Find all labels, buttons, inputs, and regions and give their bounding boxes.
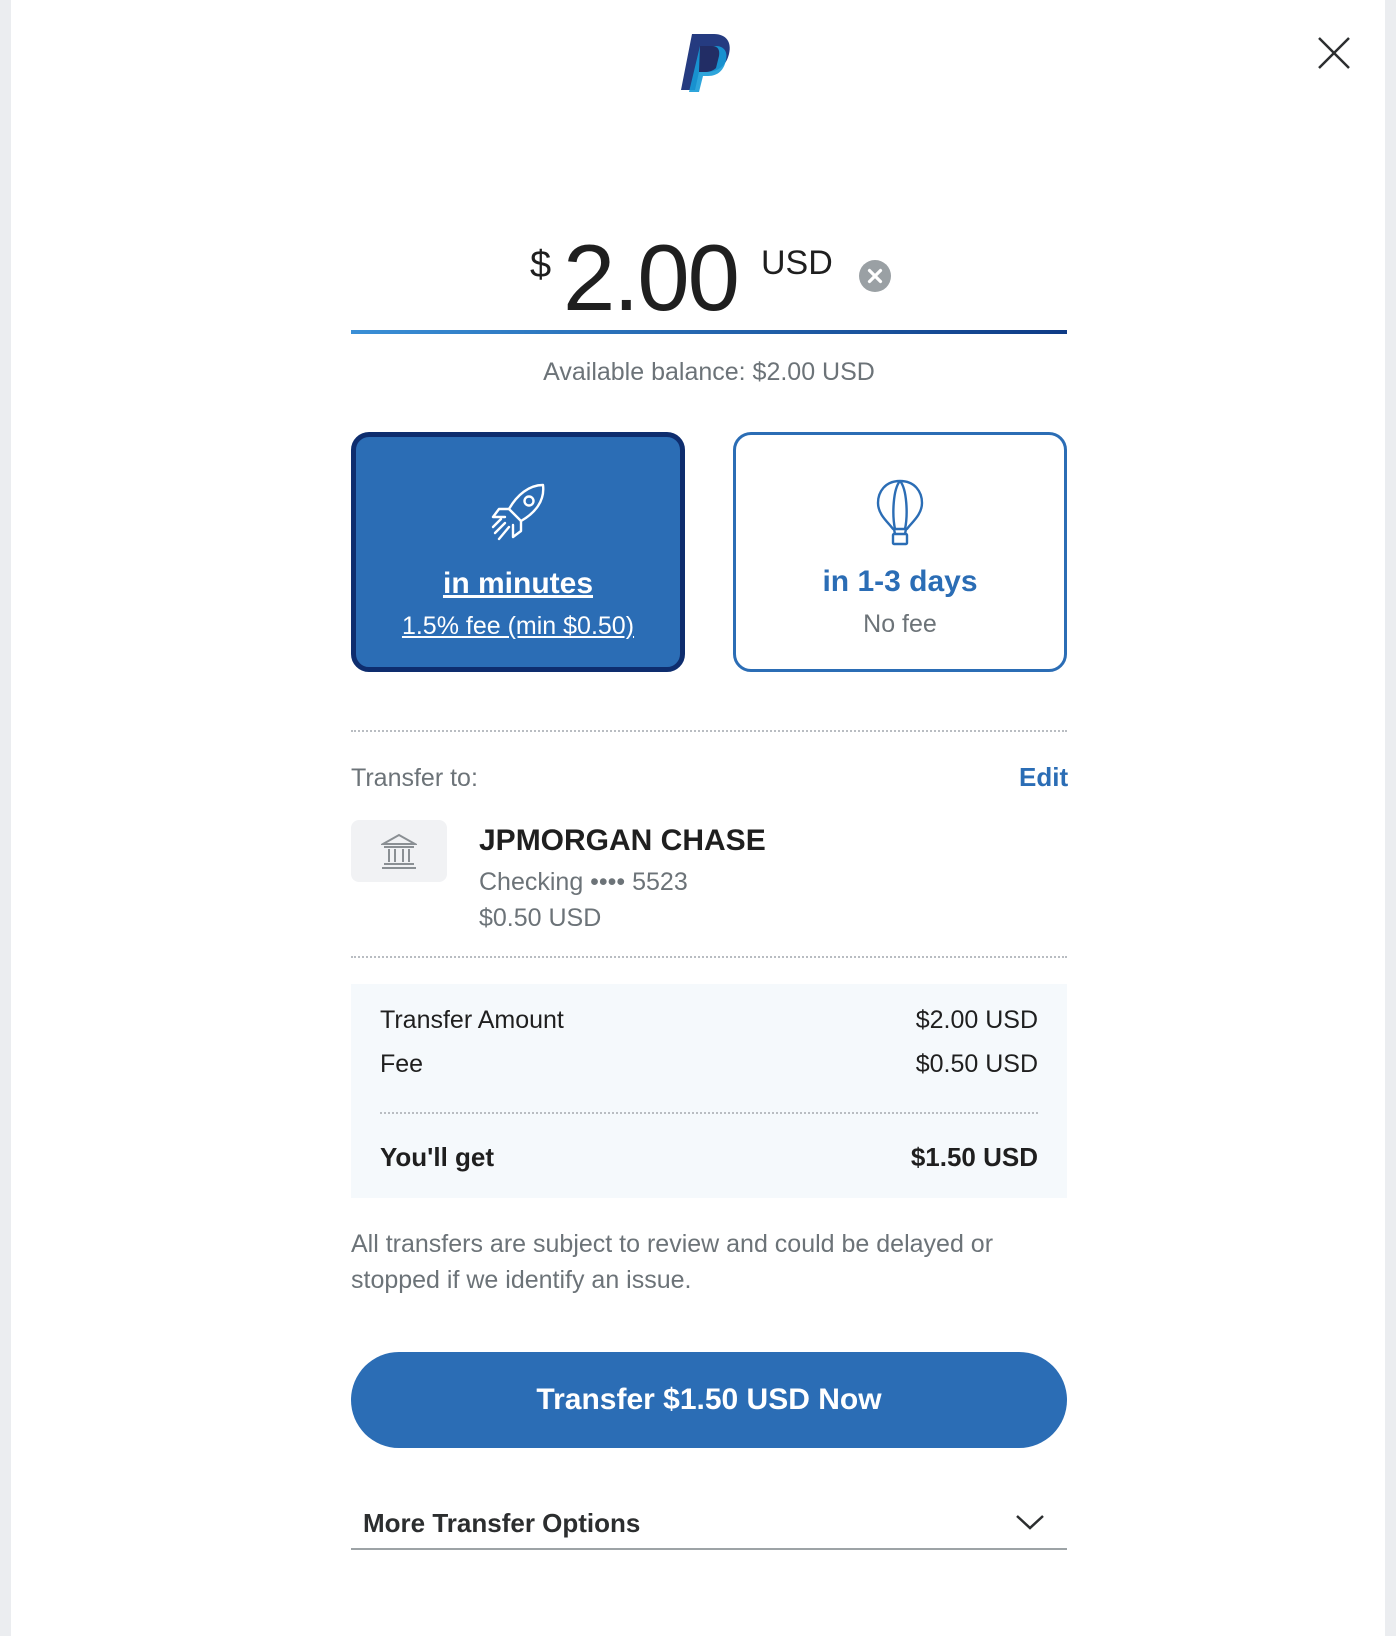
option-instant-transfer[interactable]: in minutes 1.5% fee (min $0.50) xyxy=(351,432,685,672)
amount-underline xyxy=(351,330,1067,334)
summary-row-transfer-amount: Transfer Amount $2.00 USD xyxy=(380,1006,1038,1035)
total-value: $1.50 USD xyxy=(910,1142,1038,1172)
summary-value: $2.00 USD xyxy=(915,1006,1038,1034)
close-icon[interactable] xyxy=(1311,30,1357,76)
bank-account: Checking •••• 5523 xyxy=(479,868,688,896)
summary-value: $0.50 USD xyxy=(915,1050,1038,1078)
option-instant-title: in minutes xyxy=(442,567,593,600)
bank-name: JPMORGAN CHASE xyxy=(479,824,766,857)
summary-label: Fee xyxy=(380,1050,424,1078)
hot-air-balloon-icon xyxy=(867,477,933,547)
option-instant-fee[interactable]: 1.5% fee (min $0.50) xyxy=(356,612,680,641)
option-standard-fee: No fee xyxy=(863,610,937,638)
review-disclaimer: All transfers are subject to review and … xyxy=(351,1230,994,1294)
transfer-summary: Transfer Amount $2.00 USD Fee $0.50 USD … xyxy=(351,984,1067,1198)
amount-input[interactable]: $ 2.00 USD xyxy=(351,220,1067,328)
transfer-panel: $ 2.00 USD Available balance: $2.00 USD … xyxy=(11,0,1385,1636)
option-standard-title: in 1-3 days xyxy=(822,565,978,598)
bank-amount: $0.50 USD xyxy=(479,904,602,932)
total-label: You'll get xyxy=(380,1142,495,1172)
amount-value[interactable]: 2.00 xyxy=(563,228,740,328)
summary-row-fee: Fee $0.50 USD xyxy=(380,1050,1038,1079)
available-balance: Available balance: $2.00 USD xyxy=(543,358,875,386)
paypal-logo-icon xyxy=(678,32,732,94)
option-standard-transfer[interactable]: in 1-3 days No fee xyxy=(733,432,1067,672)
bank-icon xyxy=(351,820,447,882)
divider xyxy=(351,730,1067,732)
currency-symbol: $ xyxy=(530,244,552,286)
more-transfer-options-label: More Transfer Options xyxy=(363,1508,641,1538)
summary-divider xyxy=(380,1112,1038,1114)
summary-label: Transfer Amount xyxy=(380,1006,564,1034)
more-transfer-options[interactable]: More Transfer Options xyxy=(351,1500,1067,1550)
transfer-to-label: Transfer to: xyxy=(351,764,478,792)
currency-code: USD xyxy=(761,244,833,282)
summary-row-total: You'll get $1.50 USD xyxy=(380,1142,1038,1173)
transfer-now-button[interactable]: Transfer $1.50 USD Now xyxy=(351,1352,1067,1448)
chevron-down-icon xyxy=(1015,1512,1045,1532)
edit-link[interactable]: Edit xyxy=(1019,762,1068,793)
divider xyxy=(351,956,1067,958)
clear-circle-icon[interactable] xyxy=(859,260,891,292)
rocket-icon xyxy=(485,479,551,549)
